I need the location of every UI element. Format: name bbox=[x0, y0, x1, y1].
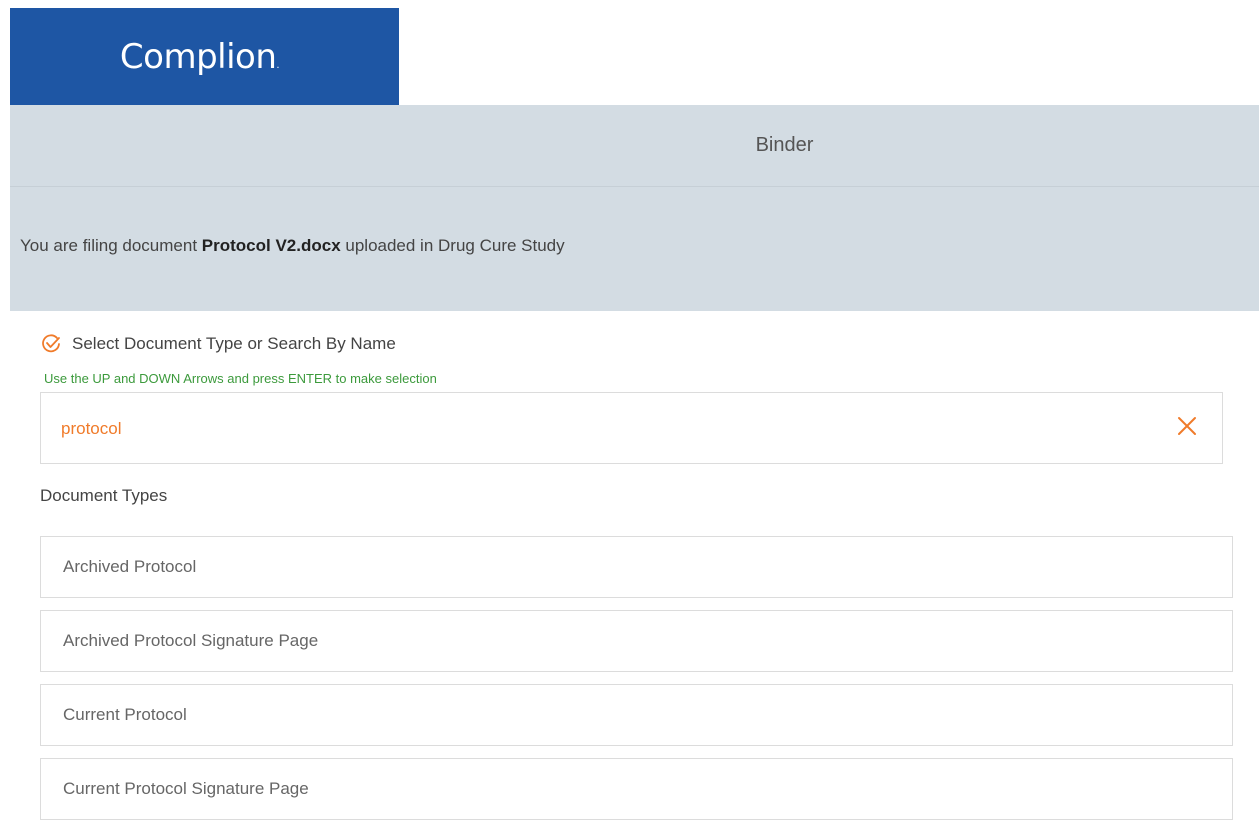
document-type-item[interactable]: Archived Protocol bbox=[40, 536, 1233, 598]
check-circle-icon bbox=[40, 333, 62, 355]
search-box bbox=[40, 392, 1223, 464]
document-type-item[interactable]: Current Protocol bbox=[40, 684, 1233, 746]
logo: Complion. bbox=[10, 8, 399, 105]
document-types-heading: Document Types bbox=[40, 486, 168, 505]
search-input[interactable] bbox=[59, 415, 1113, 443]
close-icon bbox=[1177, 416, 1197, 441]
keyboard-hint: Use the UP and DOWN Arrows and press ENT… bbox=[44, 371, 437, 386]
clear-search-button[interactable] bbox=[1172, 413, 1202, 443]
document-type-item[interactable]: Current Protocol Signature Page bbox=[40, 758, 1233, 820]
page-title: Binder bbox=[10, 105, 1259, 187]
document-type-list: Archived Protocol Archived Protocol Sign… bbox=[40, 536, 1233, 832]
select-document-type-label: Select Document Type or Search By Name bbox=[40, 333, 396, 355]
select-label-text: Select Document Type or Search By Name bbox=[72, 334, 396, 353]
header-band: Binder You are filing document Protocol … bbox=[10, 105, 1259, 311]
document-type-item[interactable]: Archived Protocol Signature Page bbox=[40, 610, 1233, 672]
logo-text: Complion. bbox=[119, 36, 280, 77]
document-name: Protocol V2.docx bbox=[201, 236, 341, 255]
filing-info: You are filing document Protocol V2.docx… bbox=[20, 236, 565, 255]
